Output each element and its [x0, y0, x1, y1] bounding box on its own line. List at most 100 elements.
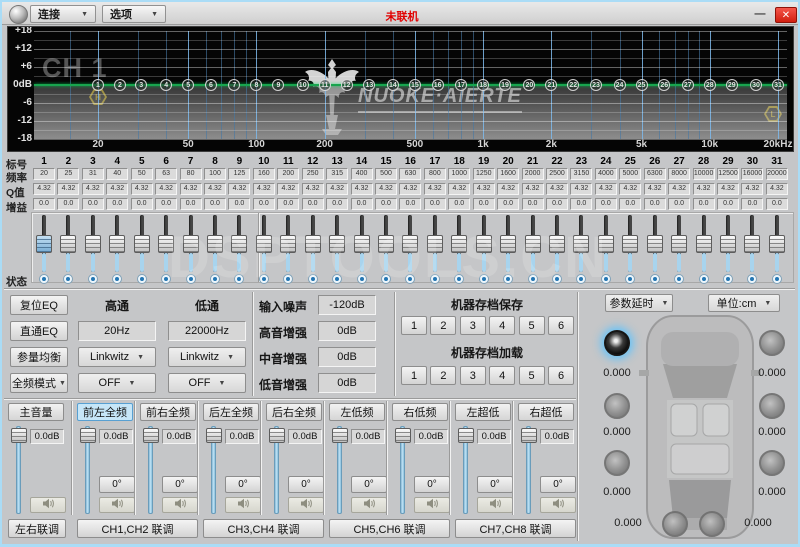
channel-mute-button[interactable]: [414, 497, 450, 513]
speaker-mid-right[interactable]: [759, 393, 785, 419]
preset-load-button-4[interactable]: 4: [489, 366, 516, 385]
channel-volume-value[interactable]: 0.0dB: [540, 429, 574, 444]
band-status-radio[interactable]: [136, 274, 147, 284]
preset-load-button-6[interactable]: 6: [548, 366, 574, 385]
eq-slider-handle[interactable]: [744, 235, 761, 253]
eq-band-handle[interactable]: 12: [340, 79, 353, 91]
channel-link-button-2[interactable]: CH1,CH2 联调: [77, 519, 198, 538]
eq-slider-handle[interactable]: [280, 235, 297, 253]
band-status-radio[interactable]: [381, 274, 392, 284]
eq-slider-handle[interactable]: [671, 235, 688, 253]
eq-band-handle[interactable]: 30: [750, 79, 763, 91]
band-status-radio[interactable]: [39, 274, 49, 284]
channel-tab-1[interactable]: 主音量: [8, 403, 64, 421]
channel-slider-handle[interactable]: [458, 428, 474, 443]
preset-save-button-2[interactable]: 2: [430, 316, 457, 335]
eq-slider-handle[interactable]: [500, 235, 517, 253]
channel-slider-handle[interactable]: [80, 428, 96, 443]
speaker-rear-right[interactable]: [759, 450, 785, 476]
input-noise-field[interactable]: -120dB: [318, 295, 376, 315]
eq-band-handle[interactable]: 23: [590, 79, 603, 91]
channel-mute-button[interactable]: [477, 497, 513, 513]
channel-mute-button[interactable]: [351, 497, 387, 513]
band-status-radio[interactable]: [723, 274, 734, 284]
band-status-radio[interactable]: [527, 274, 538, 284]
eq-band-handle[interactable]: 10: [296, 79, 309, 91]
band-status-radio[interactable]: [429, 274, 440, 284]
channel-slider-handle[interactable]: [269, 428, 285, 443]
channel-phase-button[interactable]: 0°: [414, 476, 450, 493]
param-delay-dropdown[interactable]: 参数延时 ▼: [605, 294, 673, 312]
parametric-eq-button[interactable]: 参量均衡: [10, 347, 68, 367]
eq-band-handle[interactable]: 2: [113, 79, 126, 91]
eq-slider-handle[interactable]: [304, 235, 321, 253]
speaker-sub-left[interactable]: [662, 511, 688, 537]
speaker-front-right[interactable]: [759, 330, 785, 356]
eq-slider-handle[interactable]: [133, 235, 150, 253]
preset-load-button-1[interactable]: 1: [401, 366, 427, 385]
channel-volume-value[interactable]: 0.0dB: [162, 429, 196, 444]
channel-slider-handle[interactable]: [521, 428, 537, 443]
band-status-radio[interactable]: [307, 274, 318, 284]
channel-mute-button[interactable]: [30, 497, 66, 513]
eq-slider-handle[interactable]: [402, 235, 419, 253]
band-status-radio[interactable]: [185, 274, 196, 284]
channel-tab-7[interactable]: 右低频: [392, 403, 448, 421]
eq-slider-handle[interactable]: [207, 235, 223, 253]
preset-save-button-5[interactable]: 5: [518, 316, 545, 335]
eq-band-handle[interactable]: 31: [772, 79, 784, 91]
close-button[interactable]: ✕: [775, 7, 797, 23]
channel-tab-8[interactable]: 左超低: [455, 403, 511, 421]
eq-slider-handle[interactable]: [549, 235, 566, 253]
eq-band-handle[interactable]: 16: [431, 79, 444, 91]
channel-tab-5[interactable]: 后右全频: [266, 403, 322, 421]
lowpass-type-dropdown[interactable]: Linkwitz ▼: [168, 347, 246, 367]
eq-band-handle[interactable]: 29: [725, 79, 738, 91]
preset-save-button-6[interactable]: 6: [548, 316, 574, 335]
eq-band-handle[interactable]: 24: [613, 79, 626, 91]
highpass-type-dropdown[interactable]: Linkwitz ▼: [78, 347, 156, 367]
preset-load-button-3[interactable]: 3: [459, 366, 486, 385]
channel-mute-button[interactable]: [99, 497, 135, 513]
options-menu-button[interactable]: 选项 ▼: [102, 5, 166, 23]
fullrange-mode-button[interactable]: 全频模式 ▼: [10, 373, 68, 393]
eq-band-handle[interactable]: 18: [477, 79, 490, 91]
channel-tab-9[interactable]: 右超低: [518, 403, 574, 421]
lowpass-slope-dropdown[interactable]: OFF ▼: [168, 373, 246, 393]
channel-slider-handle[interactable]: [143, 428, 159, 443]
preset-load-button-2[interactable]: 2: [430, 366, 457, 385]
channel-mute-button[interactable]: [540, 497, 576, 513]
band-status-radio[interactable]: [771, 274, 782, 284]
bypass-eq-button[interactable]: 直通EQ: [10, 321, 68, 341]
eq-band-handle[interactable]: 11: [318, 79, 331, 91]
eq-slider-handle[interactable]: [158, 235, 175, 253]
preset-save-button-3[interactable]: 3: [459, 316, 486, 335]
band-status-radio[interactable]: [649, 274, 660, 284]
preset-save-button-1[interactable]: 1: [401, 316, 427, 335]
bass-boost-field[interactable]: 0dB: [318, 373, 376, 393]
channel-slider-handle[interactable]: [395, 428, 411, 443]
eq-slider-handle[interactable]: [597, 235, 614, 253]
speaker-mid-left[interactable]: [604, 393, 630, 419]
channel-tab-2[interactable]: 前左全频: [77, 403, 133, 421]
eq-band-handle[interactable]: 28: [703, 79, 716, 91]
channel-volume-value[interactable]: 0.0dB: [414, 429, 448, 444]
preset-save-button-4[interactable]: 4: [489, 316, 516, 335]
channel-mute-button[interactable]: [225, 497, 261, 513]
channel-volume-value[interactable]: 0.0dB: [477, 429, 511, 444]
channel-phase-button[interactable]: 0°: [351, 476, 387, 493]
reset-eq-button[interactable]: 复位EQ: [10, 295, 68, 315]
channel-phase-button[interactable]: 0°: [162, 476, 198, 493]
channel-volume-value[interactable]: 0.0dB: [288, 429, 322, 444]
channel-tab-6[interactable]: 左低频: [329, 403, 385, 421]
band-status-radio[interactable]: [210, 274, 220, 284]
mid-boost-field[interactable]: 0dB: [318, 347, 376, 367]
band-status-radio[interactable]: [698, 274, 709, 284]
eq-slider-handle[interactable]: [36, 235, 52, 253]
band-status-radio[interactable]: [356, 274, 367, 284]
eq-slider-handle[interactable]: [329, 235, 346, 253]
minimize-button[interactable]: —: [751, 9, 769, 21]
lowpass-freq-field[interactable]: 22000Hz: [168, 321, 246, 341]
eq-slider-handle[interactable]: [451, 235, 468, 253]
preset-load-button-5[interactable]: 5: [518, 366, 545, 385]
